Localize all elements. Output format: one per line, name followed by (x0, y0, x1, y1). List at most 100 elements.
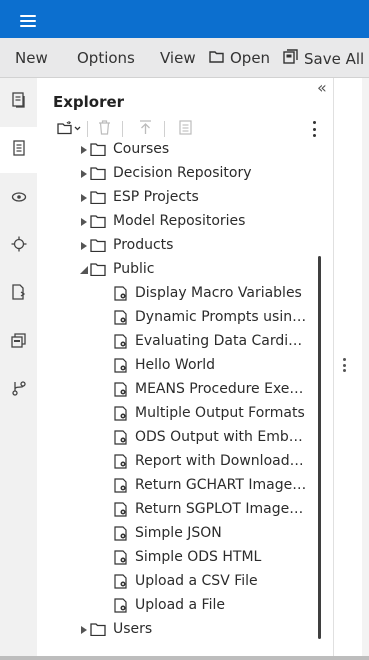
app-header (0, 0, 369, 38)
tree-item-label: Upload a CSV File (135, 573, 258, 589)
program-icon (12, 140, 26, 160)
new-folder-icon (57, 120, 81, 139)
new-folder-button[interactable] (57, 120, 81, 138)
view-menu-label: View (160, 49, 196, 67)
tree-item-label: Simple ODS HTML (135, 549, 262, 565)
tree-folder-public[interactable]: Public (37, 258, 312, 282)
tree-item-label: Report with Download L... (135, 453, 307, 469)
tree-item-label: Courses (113, 141, 170, 157)
tree-item-label: Evaluating Data Cardina... (135, 333, 307, 349)
tree-item-label: Return SGPLOT Image ... (135, 501, 307, 517)
folder-icon (90, 239, 106, 256)
expand-arrow-icon[interactable] (79, 193, 89, 203)
tree-item-label: Simple JSON (135, 525, 222, 541)
tree-file[interactable]: Evaluating Data Cardina... (37, 330, 312, 354)
tree-file[interactable]: Display Macro Variables (37, 282, 312, 306)
tree-file[interactable]: ODS Output with Embe... (37, 426, 312, 450)
nav-file-references-button[interactable] (0, 319, 37, 365)
nav-tasks-button[interactable] (0, 175, 37, 221)
stored-process-icon (114, 358, 128, 377)
tree-file[interactable]: Upload a CSV File (37, 570, 312, 594)
tree-file[interactable]: MEANS Procedure Exec... (37, 378, 312, 402)
tree-file[interactable]: Return GCHART Image ... (37, 474, 312, 498)
properties-button[interactable] (179, 119, 192, 138)
expand-arrow-icon[interactable] (79, 241, 89, 251)
nav-explorer-button[interactable] (0, 127, 38, 173)
upload-button[interactable] (139, 119, 152, 139)
tree-file[interactable]: Simple ODS HTML (37, 546, 312, 570)
stored-process-icon (114, 478, 128, 497)
open-button-label: Open (230, 49, 271, 67)
tree-item-label: Display Macro Variables (135, 285, 302, 301)
save-all-icon (283, 49, 298, 68)
tree-folder-model-repositories[interactable]: Model Repositories (37, 210, 312, 234)
editor-edge (362, 78, 369, 656)
left-navigation (0, 78, 38, 656)
expand-arrow-icon[interactable] (79, 625, 89, 635)
stored-process-icon (114, 574, 128, 593)
tree-file[interactable]: Return SGPLOT Image ... (37, 498, 312, 522)
tree-file[interactable]: Multiple Output Formats (37, 402, 312, 426)
stored-process-icon (114, 286, 128, 305)
explorer-panel: « Explorer Courses Decision Repository E… (37, 78, 333, 656)
expand-arrow-icon[interactable] (79, 169, 89, 179)
options-menu-label: Options (77, 49, 135, 67)
expand-arrow-icon[interactable] (79, 145, 89, 155)
tree-file[interactable]: Simple JSON (37, 522, 312, 546)
tree-item-label: Dynamic Prompts using ... (135, 309, 307, 325)
tree-file[interactable]: Hello World (37, 354, 312, 378)
tree-item-label: MEANS Procedure Exec... (135, 381, 307, 397)
tree-file[interactable]: Upload a File (37, 594, 312, 618)
nav-git-button[interactable] (0, 367, 37, 413)
save-all-button[interactable]: Save All (283, 49, 364, 68)
tree-folder-esp-projects[interactable]: ESP Projects (37, 186, 312, 210)
delete-button[interactable] (98, 119, 111, 139)
toolbar-separator (87, 121, 88, 137)
tree-item-label: ODS Output with Embe... (135, 429, 307, 445)
file-references-icon (10, 332, 27, 352)
explorer-tree: Courses Decision Repository ESP Projects… (37, 140, 333, 652)
view-menu[interactable]: View (160, 49, 196, 67)
new-menu-label: New (15, 49, 48, 67)
stored-process-icon (114, 406, 128, 425)
new-menu[interactable]: New (15, 49, 48, 67)
tree-file[interactable]: Dynamic Prompts using ... (37, 306, 312, 330)
open-button[interactable]: Open (209, 49, 270, 67)
tree-item-label: ESP Projects (113, 189, 199, 205)
expand-arrow-icon[interactable] (79, 217, 89, 227)
libraries-icon (11, 284, 26, 304)
snippets-icon (11, 236, 27, 256)
tree-item-label: Decision Repository (113, 165, 252, 181)
tree-item-label: Return GCHART Image ... (135, 477, 307, 493)
folder-icon (90, 167, 106, 184)
splitter-handle-icon[interactable] (343, 358, 346, 372)
nav-snippets-button[interactable] (0, 223, 37, 269)
options-menu[interactable]: Options (77, 49, 135, 67)
tree-scrollbar[interactable] (318, 256, 321, 639)
nav-open-item-button[interactable] (0, 79, 37, 125)
document-icon (11, 92, 26, 112)
hamburger-menu-icon[interactable] (20, 15, 36, 27)
stored-process-icon (114, 430, 128, 449)
tree-item-label: Upload a File (135, 597, 225, 613)
tree-item-label: Model Repositories (113, 213, 246, 229)
tree-file[interactable]: Report with Download L... (37, 450, 312, 474)
folder-open-icon (209, 49, 224, 67)
tree-folder-users[interactable]: Users (37, 618, 312, 642)
stored-process-icon (114, 310, 128, 329)
tree-item-label: Hello World (135, 357, 216, 373)
stored-process-icon (114, 334, 128, 353)
explorer-title: Explorer (53, 93, 125, 111)
tree-folder-decision-repository[interactable]: Decision Repository (37, 162, 312, 186)
folder-icon (90, 623, 106, 640)
trash-icon (98, 119, 111, 139)
more-options-icon[interactable] (313, 121, 317, 137)
toolbar-separator (122, 121, 123, 137)
nav-libraries-button[interactable] (0, 271, 37, 317)
collapse-arrow-icon[interactable] (79, 265, 89, 275)
tree-folder-products[interactable]: Products (37, 234, 312, 258)
upload-icon (139, 119, 152, 139)
folder-icon (90, 191, 106, 208)
tree-folder-courses[interactable]: Courses (37, 140, 312, 162)
collapse-panel-button[interactable]: « (317, 78, 327, 97)
